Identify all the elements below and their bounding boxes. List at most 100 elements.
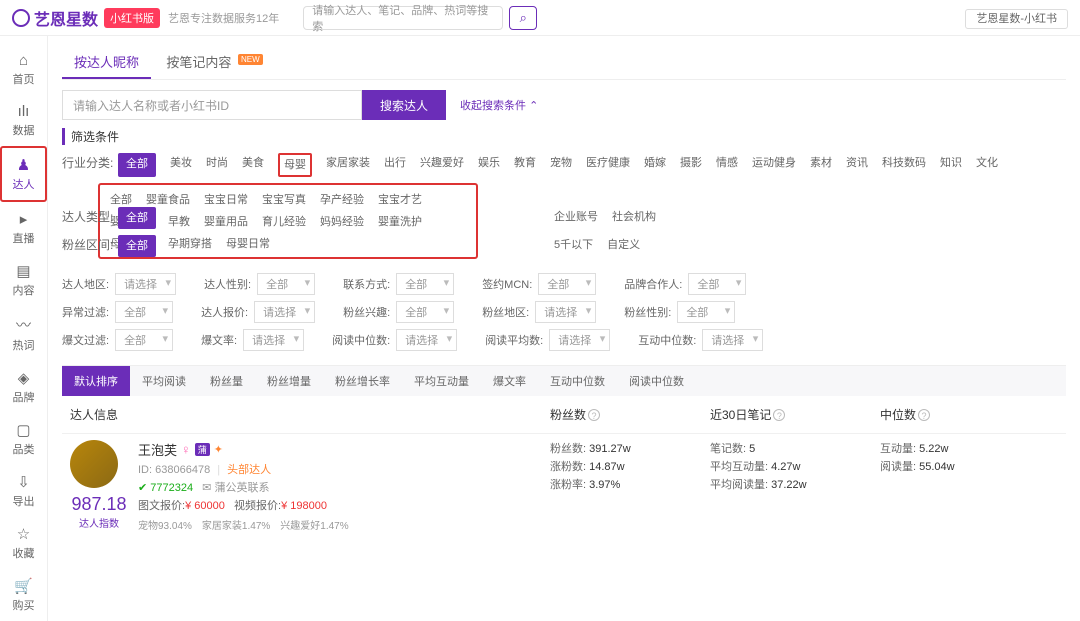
- filter-select[interactable]: 全部: [396, 301, 454, 323]
- filter-select[interactable]: 全部: [538, 273, 596, 295]
- filter-select-label: 达人地区:: [62, 276, 109, 292]
- industry-opt[interactable]: 美妆: [170, 153, 192, 177]
- industry-opt[interactable]: 知识: [940, 153, 962, 177]
- industry-opt[interactable]: 资讯: [846, 153, 868, 177]
- filter-select[interactable]: 请选择: [702, 329, 763, 351]
- kol-tier-tag: 头部达人: [227, 464, 271, 476]
- sub-industry-opt[interactable]: 宝宝日常: [204, 191, 248, 207]
- industry-opt[interactable]: 文化: [976, 153, 998, 177]
- sidebar-label: 品类: [13, 441, 35, 457]
- industry-opt[interactable]: 宠物: [550, 153, 572, 177]
- sidebar-item-品牌[interactable]: ◈品牌: [0, 361, 47, 413]
- help-icon[interactable]: ?: [918, 409, 930, 421]
- filter-select[interactable]: 全部: [688, 273, 746, 295]
- kol-search-button[interactable]: 搜索达人: [362, 90, 446, 120]
- sidebar-icon: ◈: [18, 369, 30, 387]
- tab-by-note[interactable]: 按笔记内容 NEW: [154, 46, 274, 77]
- sidebar-icon: 🛒: [14, 577, 33, 595]
- fans-range-opt[interactable]: 5千以下: [554, 235, 593, 257]
- fans-range-opt[interactable]: 自定义: [607, 235, 640, 257]
- sort-option[interactable]: 粉丝量: [198, 366, 255, 396]
- industry-opt[interactable]: 摄影: [680, 153, 702, 177]
- sort-option[interactable]: 默认排序: [62, 366, 130, 396]
- sidebar-item-达人[interactable]: ♟ 达人: [0, 146, 47, 202]
- industry-opt[interactable]: 医疗健康: [586, 153, 630, 177]
- sidebar-item-导出[interactable]: ⇩导出: [0, 465, 47, 517]
- sidebar-item-内容[interactable]: ▤内容: [0, 254, 47, 306]
- sort-option[interactable]: 粉丝增长率: [323, 366, 402, 396]
- sub-industry-opt[interactable]: 宝宝才艺: [378, 191, 422, 207]
- sidebar-item-直播[interactable]: ▸直播: [0, 202, 47, 254]
- industry-opt[interactable]: 婚嫁: [644, 153, 666, 177]
- result-row[interactable]: 987.18 达人指数 王泡芙 ♀ 蒲 ✦ ID: 638066478 | 头部…: [62, 433, 1066, 538]
- filter-select-label: 达人报价:: [201, 304, 248, 320]
- industry-opt[interactable]: 时尚: [206, 153, 228, 177]
- sub-industry-opt[interactable]: 孕产经验: [320, 191, 364, 207]
- stat-line: 阅读量: 55.04w: [880, 458, 1058, 476]
- sub-industry-opt[interactable]: 婴童食品: [146, 191, 190, 207]
- sidebar-icon: ☆: [17, 525, 30, 543]
- kol-score: 987.18: [71, 494, 126, 515]
- filter-select[interactable]: 全部: [115, 329, 173, 351]
- filter-select[interactable]: 请选择: [243, 329, 304, 351]
- sub-industry-opt[interactable]: 全部: [110, 191, 132, 207]
- kol-type-all[interactable]: 全部: [118, 207, 156, 229]
- sidebar-item-首页[interactable]: ⌂首页: [0, 44, 47, 95]
- kol-name[interactable]: 王泡芙: [138, 440, 177, 459]
- kol-type-opt[interactable]: 企业账号: [554, 207, 598, 229]
- account-dropdown[interactable]: 艺恩星数-小红书: [965, 9, 1068, 29]
- industry-opt[interactable]: 运动健身: [752, 153, 796, 177]
- filter-select[interactable]: 全部: [115, 301, 173, 323]
- sidebar-icon: ▢: [16, 421, 30, 439]
- fans-range-all[interactable]: 全部: [118, 235, 156, 257]
- kol-search-input[interactable]: 请输入达人名称或者小红书ID: [62, 90, 362, 120]
- filter-select[interactable]: 请选择: [535, 301, 596, 323]
- sub-industry-opt[interactable]: 宝宝写真: [262, 191, 306, 207]
- filter-select[interactable]: 请选择: [115, 273, 176, 295]
- filter-select[interactable]: 请选择: [396, 329, 457, 351]
- industry-opt[interactable]: 兴趣爱好: [420, 153, 464, 177]
- industry-opt[interactable]: 教育: [514, 153, 536, 177]
- sidebar-label: 购买: [13, 597, 35, 613]
- sort-option[interactable]: 互动中位数: [538, 366, 617, 396]
- global-search-input[interactable]: 请输入达人、笔记、品牌、热词等搜索: [303, 6, 503, 30]
- sort-option[interactable]: 平均阅读: [130, 366, 198, 396]
- sort-option[interactable]: 平均互动量: [402, 366, 481, 396]
- sort-option[interactable]: 粉丝增量: [255, 366, 323, 396]
- industry-opt[interactable]: 母婴: [278, 153, 312, 177]
- tab-by-nickname[interactable]: 按达人昵称: [62, 46, 151, 79]
- help-icon[interactable]: ?: [773, 409, 785, 421]
- filter-select[interactable]: 请选择: [254, 301, 315, 323]
- sidebar-icon: 〰: [16, 314, 31, 335]
- sidebar: ⌂首页ılı数据 ♟ 达人 ▸直播▤内容〰热词◈品牌 ▢ 品类 ⇩导出☆收藏 🛒 购买: [0, 36, 48, 621]
- kol-type-options: 全部 企业账号 社会机构: [118, 207, 1066, 229]
- help-icon[interactable]: ?: [588, 409, 600, 421]
- industry-opt[interactable]: 全部: [118, 153, 156, 177]
- filter-select[interactable]: 请选择: [549, 329, 610, 351]
- filter-select[interactable]: 全部: [396, 273, 454, 295]
- sidebar-icon: ♟: [17, 156, 30, 174]
- kol-type-opt[interactable]: 社会机构: [612, 207, 656, 229]
- sidebar-item-数据[interactable]: ılı数据: [0, 95, 47, 146]
- sort-option[interactable]: 爆文率: [481, 366, 538, 396]
- filter-select[interactable]: 全部: [677, 301, 735, 323]
- global-search-button[interactable]: ⌕: [509, 6, 537, 30]
- price-line: 图文报价:¥ 60000 视频报价:¥ 198000: [138, 497, 550, 513]
- sidebar-item-品类[interactable]: ▢ 品类: [0, 413, 47, 465]
- filter-select[interactable]: 全部: [257, 273, 315, 295]
- toggle-filters-link[interactable]: 收起搜索条件 ⌃: [460, 97, 538, 113]
- industry-opt[interactable]: 出行: [384, 153, 406, 177]
- sidebar-label: 达人: [13, 176, 35, 192]
- industry-opt[interactable]: 情感: [716, 153, 738, 177]
- kol-type-label: 达人类型:: [62, 207, 118, 227]
- industry-opt[interactable]: 美食: [242, 153, 264, 177]
- sort-option[interactable]: 阅读中位数: [617, 366, 696, 396]
- industry-opt[interactable]: 家居家装: [326, 153, 370, 177]
- industry-opt[interactable]: 素材: [810, 153, 832, 177]
- domain-tag: 宠物93.04%: [138, 521, 192, 532]
- industry-opt[interactable]: 娱乐: [478, 153, 500, 177]
- sidebar-item-购买[interactable]: 🛒 购买: [0, 569, 47, 621]
- industry-opt[interactable]: 科技数码: [882, 153, 926, 177]
- sidebar-item-收藏[interactable]: ☆收藏: [0, 517, 47, 569]
- sidebar-item-热词[interactable]: 〰热词: [0, 306, 47, 361]
